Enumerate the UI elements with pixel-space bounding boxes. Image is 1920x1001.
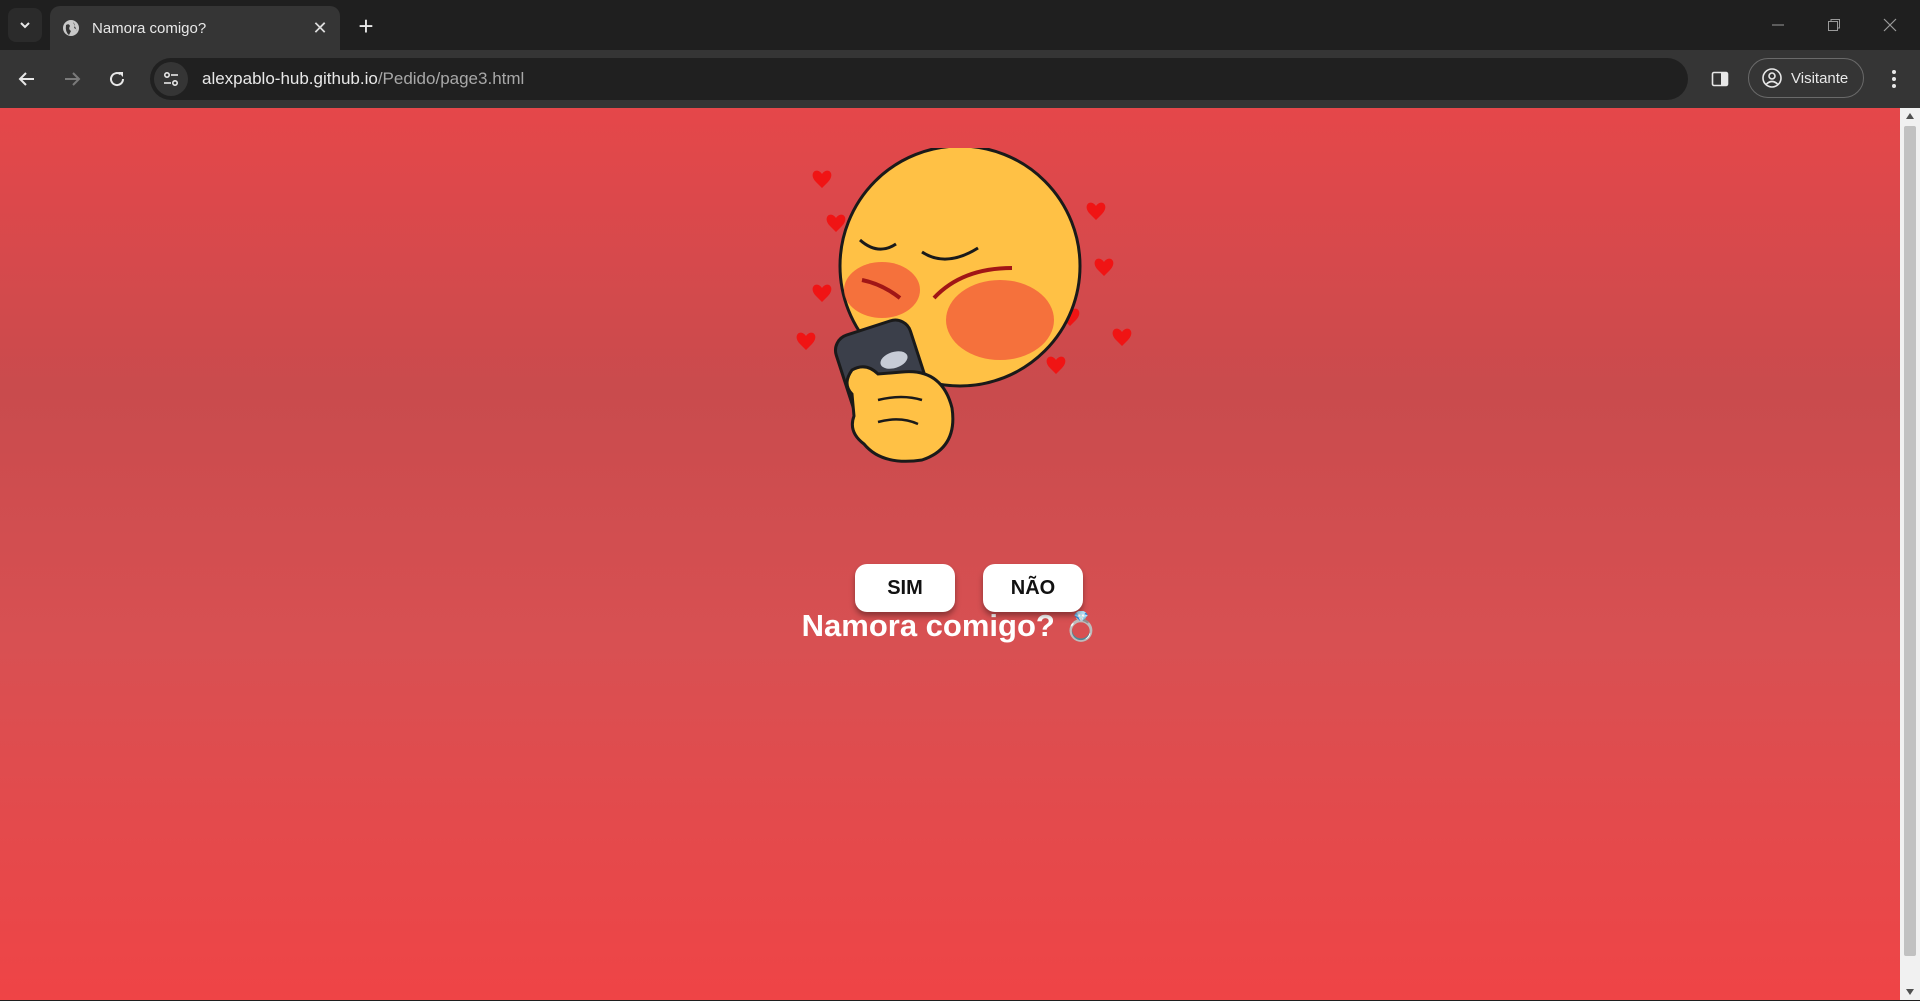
browser-toolbar: alexpablo-hub.github.io/Pedido/page3.htm…	[0, 50, 1920, 108]
minimize-button[interactable]	[1750, 0, 1806, 50]
close-window-button[interactable]	[1862, 0, 1918, 50]
close-icon	[1883, 18, 1897, 32]
tab-strip: Namora comigo? ✕ +	[0, 0, 1920, 50]
address-bar[interactable]: alexpablo-hub.github.io/Pedido/page3.htm…	[150, 58, 1688, 100]
menu-button[interactable]	[1876, 61, 1912, 97]
no-button[interactable]: NÃO	[983, 564, 1083, 612]
yes-button[interactable]: SIM	[855, 564, 955, 612]
globe-icon	[62, 19, 80, 37]
arrow-left-icon	[18, 72, 34, 86]
question-text: Namora comigo?	[801, 608, 1055, 643]
url-text: alexpablo-hub.github.io/Pedido/page3.htm…	[202, 69, 524, 89]
site-info-icon[interactable]	[154, 62, 188, 96]
url-host: alexpablo-hub.github.io	[202, 69, 378, 88]
profile-button[interactable]: Visitante	[1748, 58, 1864, 98]
blushing-emoji-illustration	[796, 148, 1132, 463]
url-path: /Pedido/page3.html	[377, 69, 525, 88]
scroll-down-icon[interactable]	[1900, 984, 1920, 1000]
scrollbar-thumb[interactable]	[1904, 126, 1916, 956]
ring-icon: 💍	[1063, 610, 1099, 643]
more-vertical-icon	[1892, 70, 1896, 88]
side-panel-button[interactable]	[1702, 61, 1738, 97]
scroll-up-icon[interactable]	[1900, 108, 1920, 124]
question-heading: Namora comigo? 💍	[0, 608, 1900, 644]
back-button[interactable]	[9, 61, 45, 97]
forward-button[interactable]	[54, 61, 90, 97]
vertical-scrollbar[interactable]	[1900, 108, 1920, 1000]
profile-label: Visitante	[1791, 69, 1849, 87]
arrow-right-icon	[65, 72, 81, 86]
chevron-down-icon	[20, 22, 30, 29]
new-tab-button[interactable]: +	[352, 11, 380, 41]
account-circle-icon	[1762, 68, 1782, 88]
restore-button[interactable]	[1806, 0, 1862, 50]
active-tab[interactable]: Namora comigo? ✕	[50, 6, 340, 50]
close-tab-icon[interactable]: ✕	[308, 16, 332, 40]
page-viewport: Namora comigo? 💍 SIM NÃO	[0, 108, 1900, 1000]
reload-icon	[110, 72, 125, 87]
minimize-icon	[1772, 24, 1784, 26]
tab-title: Namora comigo?	[92, 19, 207, 37]
side-panel-icon	[1711, 71, 1729, 87]
restore-icon	[1828, 19, 1840, 31]
tab-search-button[interactable]	[8, 8, 42, 42]
reload-button[interactable]	[99, 61, 135, 97]
